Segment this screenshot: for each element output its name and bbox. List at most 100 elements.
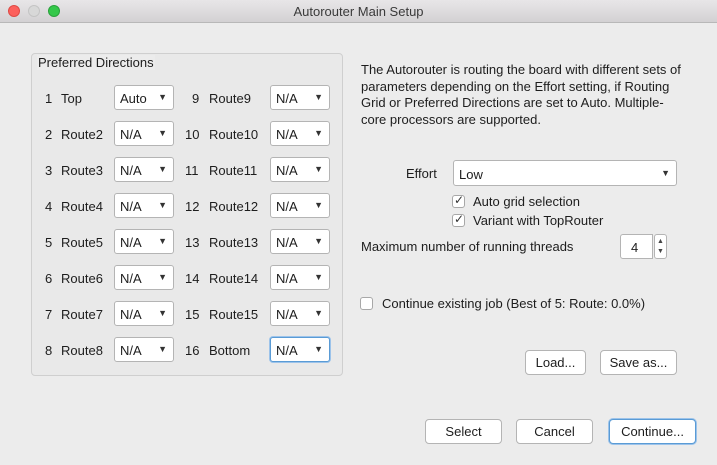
checkmark-icon: ✓ [454, 193, 465, 207]
title-bar: Autorouter Main Setup [0, 0, 717, 23]
select-value: N/A [276, 91, 298, 106]
direction-select-route2[interactable]: N/A ▼ [114, 121, 174, 146]
layer-name: Route3 [61, 163, 103, 178]
select-value: N/A [276, 271, 298, 286]
layer-number: 14 [185, 271, 200, 286]
window-title: Autorouter Main Setup [293, 4, 424, 19]
layer-number: 8 [45, 343, 53, 358]
arrow-down-icon[interactable]: ▼ [657, 248, 664, 255]
layer-number: 7 [45, 307, 53, 322]
chevron-down-icon: ▼ [314, 308, 323, 318]
direction-select-route11[interactable]: N/A ▼ [270, 157, 330, 182]
chevron-down-icon: ▼ [158, 128, 167, 138]
layer-number: 15 [185, 307, 200, 322]
threads-input[interactable]: 4 [620, 234, 653, 259]
variant-toprouter-checkbox[interactable]: ✓ [452, 212, 465, 227]
chevron-down-icon: ▼ [158, 236, 167, 246]
select-value: N/A [120, 343, 142, 358]
cancel-button[interactable]: Cancel [516, 419, 593, 444]
chevron-down-icon: ▼ [314, 164, 323, 174]
select-value: Low [459, 167, 483, 182]
layer-name: Route8 [61, 343, 103, 358]
autorouter-dialog: Autorouter Main Setup Preferred Directio… [0, 0, 717, 465]
layer-name: Route2 [61, 127, 103, 142]
direction-select-route8[interactable]: N/A ▼ [114, 337, 174, 362]
chevron-down-icon: ▼ [314, 92, 323, 102]
variant-toprouter-label: Variant with TopRouter [473, 213, 604, 228]
layer-number: 10 [185, 127, 200, 142]
chevron-down-icon: ▼ [158, 92, 167, 102]
chevron-down-icon: ▼ [158, 272, 167, 282]
select-value: N/A [276, 163, 298, 178]
select-value: N/A [120, 307, 142, 322]
select-value: N/A [276, 343, 298, 358]
direction-select-route7[interactable]: N/A ▼ [114, 301, 174, 326]
layer-number: 13 [185, 235, 200, 250]
direction-select-route5[interactable]: N/A ▼ [114, 229, 174, 254]
layer-name: Route7 [61, 307, 103, 322]
layer-number: 3 [45, 163, 53, 178]
direction-select-route15[interactable]: N/A ▼ [270, 301, 330, 326]
effort-label: Effort [406, 166, 437, 181]
select-value: N/A [120, 235, 142, 250]
auto-grid-label: Auto grid selection [473, 194, 580, 209]
direction-select-route9[interactable]: N/A ▼ [270, 85, 330, 110]
chevron-down-icon: ▼ [158, 164, 167, 174]
direction-select-route4[interactable]: N/A ▼ [114, 193, 174, 218]
layer-number: 1 [45, 91, 53, 106]
layer-number: 5 [45, 235, 53, 250]
chevron-down-icon: ▼ [314, 236, 323, 246]
layer-name: Route6 [61, 271, 103, 286]
direction-select-route10[interactable]: N/A ▼ [270, 121, 330, 146]
spinner-buttons[interactable]: ▲ ▼ [654, 234, 667, 259]
preferred-directions-title: Preferred Directions [37, 55, 155, 70]
chevron-down-icon: ▼ [314, 128, 323, 138]
layer-number: 2 [45, 127, 53, 142]
chevron-down-icon: ▼ [158, 344, 167, 354]
direction-select-route3[interactable]: N/A ▼ [114, 157, 174, 182]
arrow-up-icon[interactable]: ▲ [657, 238, 664, 245]
layer-number: 4 [45, 199, 53, 214]
layer-name: Route11 [209, 163, 258, 178]
select-value: N/A [120, 199, 142, 214]
select-value: N/A [120, 127, 142, 142]
select-value: N/A [276, 235, 298, 250]
threads-value: 4 [631, 240, 639, 255]
layer-name: Route5 [61, 235, 103, 250]
select-value: N/A [120, 271, 142, 286]
layer-name: Route14 [209, 271, 259, 286]
effort-select[interactable]: Low ▼ [453, 160, 677, 186]
direction-select-route12[interactable]: N/A ▼ [270, 193, 330, 218]
layer-name: Route10 [209, 127, 259, 142]
continue-job-checkbox[interactable] [360, 297, 373, 310]
select-value: N/A [276, 199, 298, 214]
continue-job-label: Continue existing job (Best of 5: Route:… [382, 296, 646, 311]
layer-name: Route9 [209, 91, 251, 106]
layer-number: 12 [185, 199, 200, 214]
layer-number: 6 [45, 271, 53, 286]
autorouter-description: The Autorouter is routing the board with… [361, 62, 681, 127]
continue-button[interactable]: Continue... [609, 419, 696, 444]
chevron-down-icon: ▼ [314, 200, 323, 210]
layer-name: Bottom [209, 343, 251, 358]
direction-select-route14[interactable]: N/A ▼ [270, 265, 330, 290]
direction-select-route6[interactable]: N/A ▼ [114, 265, 174, 290]
threads-spinner[interactable]: 4 ▲ ▼ [620, 234, 667, 259]
auto-grid-checkbox[interactable]: ✓ [452, 193, 465, 208]
direction-select-bottom[interactable]: N/A ▼ [270, 337, 330, 362]
chevron-down-icon: ▼ [314, 272, 323, 282]
load-button[interactable]: Load... [525, 350, 586, 375]
layer-name: Top [61, 91, 82, 106]
direction-select-route13[interactable]: N/A ▼ [270, 229, 330, 254]
select-value: Auto [120, 91, 147, 106]
layer-number: 9 [192, 91, 200, 106]
select-button[interactable]: Select [425, 419, 502, 444]
layer-name: Route12 [209, 199, 259, 214]
save-as-button[interactable]: Save as... [600, 350, 677, 375]
chevron-down-icon: ▼ [314, 344, 323, 354]
select-value: N/A [120, 163, 142, 178]
threads-label: Maximum number of running threads [361, 239, 574, 254]
direction-select-top[interactable]: Auto ▼ [114, 85, 174, 110]
chevron-down-icon: ▼ [158, 200, 167, 210]
layer-name: Route13 [209, 235, 259, 250]
